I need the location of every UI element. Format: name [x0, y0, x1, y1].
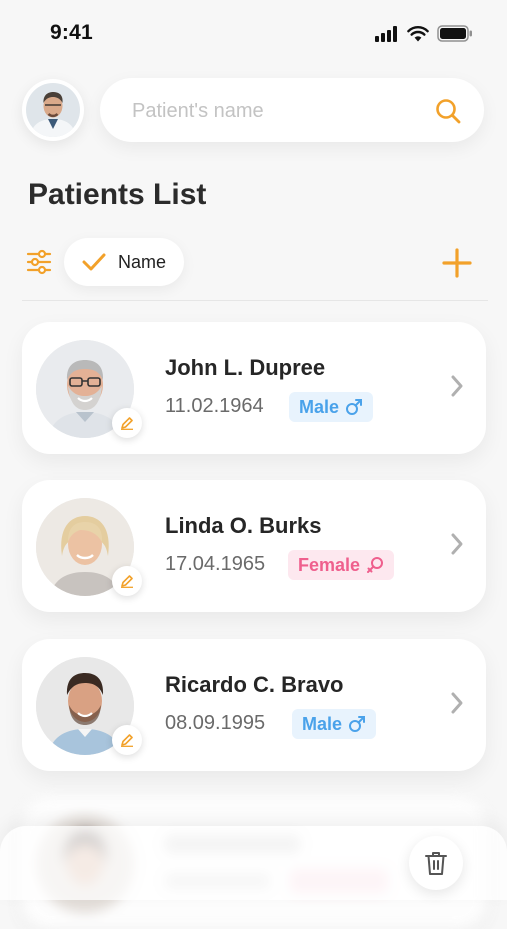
chevron-right-icon[interactable] — [450, 374, 464, 398]
check-icon — [82, 253, 106, 271]
chip-label: Name — [118, 251, 167, 272]
female-icon — [367, 557, 384, 573]
signal-icon — [375, 25, 397, 42]
gender-badge: Male — [292, 709, 377, 739]
filter-sliders-icon[interactable] — [26, 249, 52, 275]
add-patient-button[interactable] — [441, 247, 473, 279]
edit-photo-button[interactable] — [112, 566, 142, 596]
wifi-icon — [407, 25, 429, 41]
patient-name: Linda O. Burks — [165, 513, 322, 538]
status-bar: 9:41 — [0, 0, 507, 66]
pencil-icon — [121, 417, 133, 430]
gender-badge: Female — [288, 550, 395, 580]
pencil-icon — [121, 734, 133, 747]
chevron-right-icon[interactable] — [450, 532, 464, 556]
male-icon — [349, 716, 366, 732]
patient-card[interactable]: John L. Dupree 11.02.1964 Male — [22, 322, 486, 454]
pencil-icon — [121, 575, 133, 588]
edit-photo-button[interactable] — [112, 408, 142, 438]
sort-by-name-chip[interactable]: Name — [64, 238, 184, 286]
user-avatar[interactable] — [22, 79, 84, 141]
gender-badge: Male — [289, 392, 374, 422]
chevron-right-icon[interactable] — [450, 691, 464, 715]
patient-dob: 11.02.1964 — [165, 395, 264, 417]
gender-label: Male — [302, 713, 343, 734]
gender-label: Male — [299, 396, 340, 417]
gender-label: Female — [298, 554, 361, 575]
status-icons — [375, 25, 473, 42]
status-time: 9:41 — [50, 21, 93, 44]
patient-card[interactable]: Ricardo C. Bravo 08.09.1995 Male — [22, 639, 486, 771]
trash-icon — [425, 852, 447, 875]
patient-card[interactable]: Linda O. Burks 17.04.1965 Female — [22, 480, 486, 612]
search-bar[interactable] — [100, 78, 484, 142]
patient-name: Ricardo C. Bravo — [165, 672, 344, 697]
patient-name: John L. Dupree — [165, 355, 326, 380]
search-icon[interactable] — [434, 97, 462, 125]
patient-dob: 17.04.1965 — [165, 553, 266, 575]
edit-photo-button[interactable] — [112, 725, 142, 755]
battery-icon — [437, 25, 472, 42]
patient-dob: 08.09.1995 — [165, 712, 266, 734]
divider — [22, 300, 488, 301]
page-title: Patients List — [28, 178, 207, 211]
search-input[interactable] — [130, 96, 414, 126]
delete-button[interactable] — [409, 836, 463, 890]
doctor-avatar — [26, 83, 80, 137]
male-icon — [346, 399, 363, 415]
